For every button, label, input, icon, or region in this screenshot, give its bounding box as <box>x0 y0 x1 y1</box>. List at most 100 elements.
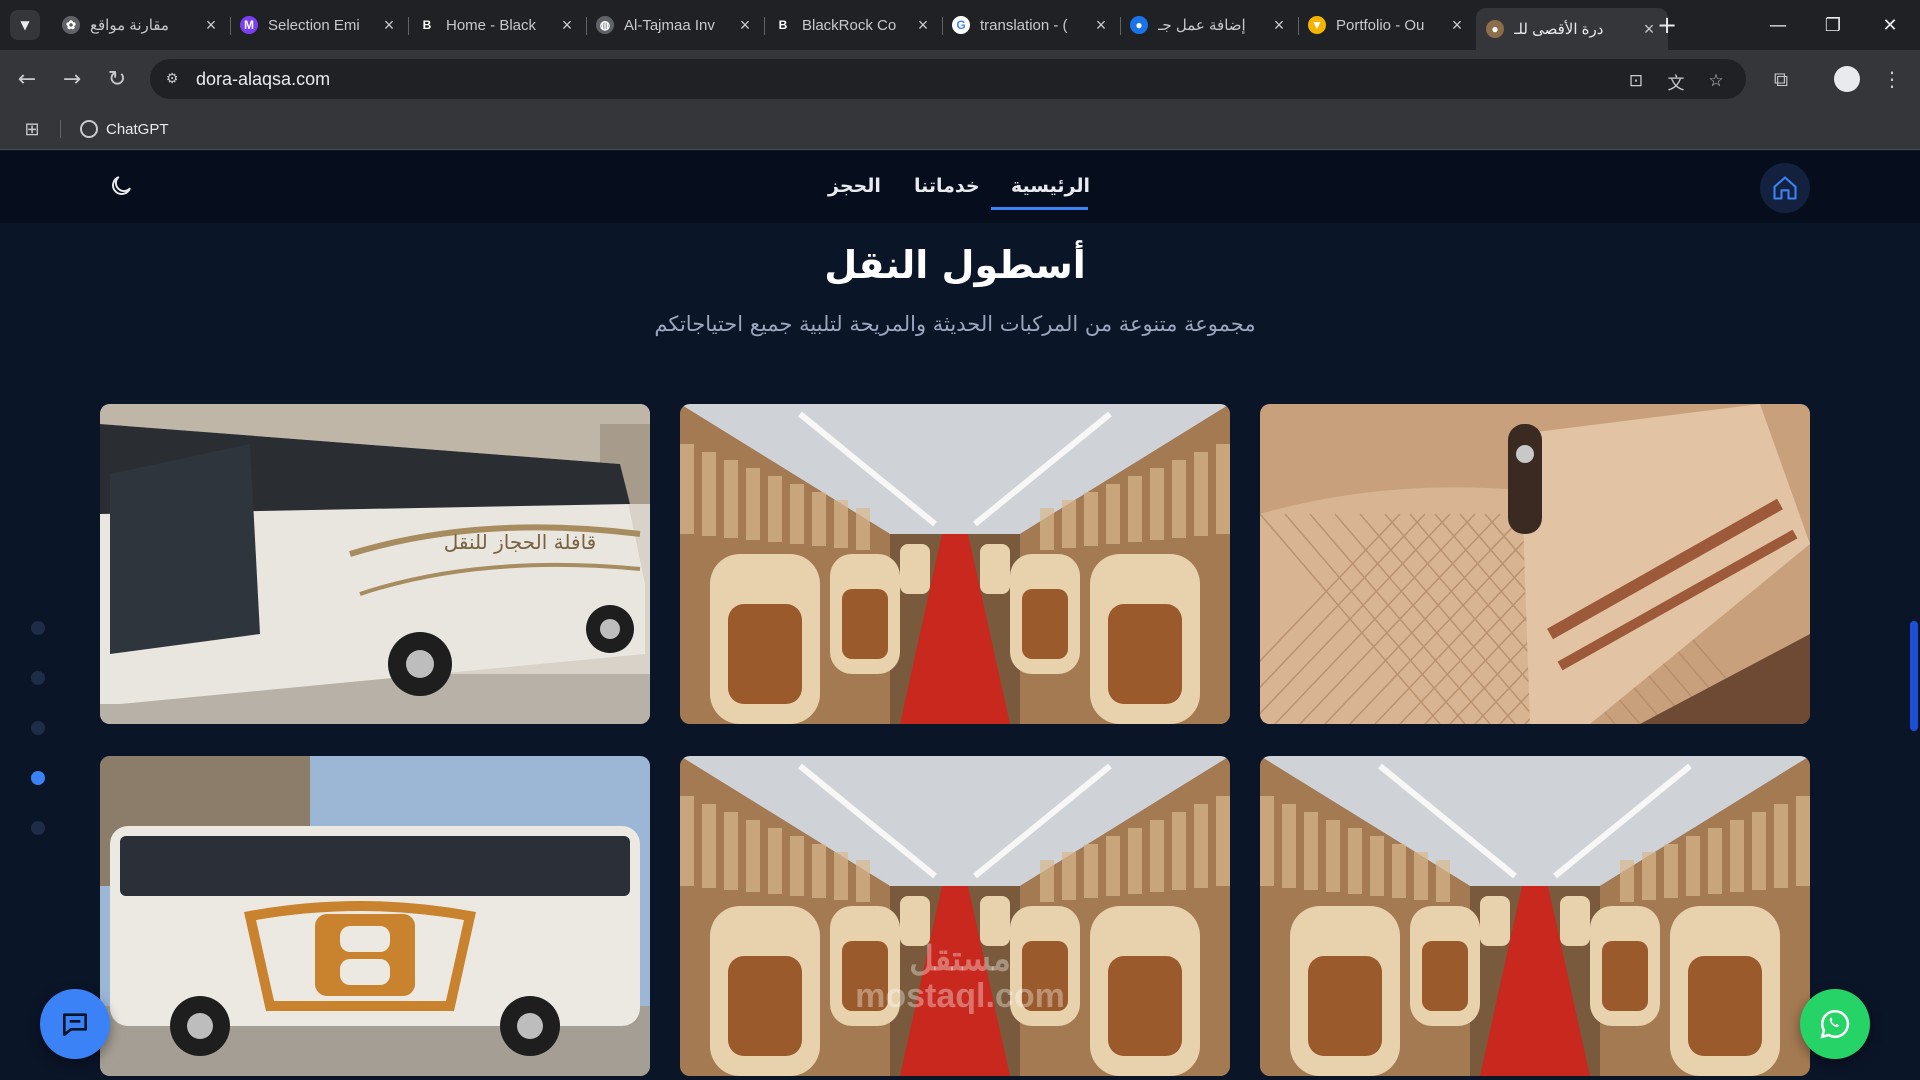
fleet-image-bus-exterior-2[interactable] <box>100 756 650 1076</box>
install-app-icon[interactable]: ⊡ <box>1624 69 1648 93</box>
carousel-dot-2[interactable] <box>31 721 45 735</box>
tab-close-icon[interactable]: × <box>558 15 576 36</box>
carousel-dot-1[interactable] <box>31 671 45 685</box>
tab-close-icon[interactable]: × <box>1092 15 1110 36</box>
watermark: مستقل mostaql.com <box>835 940 1085 1016</box>
nav-link-home[interactable]: الرئيسية <box>1011 175 1090 197</box>
bookmarks-divider <box>60 120 61 138</box>
web-page: الرئيسية خدماتنا الحجز أسطول النقل مجموع… <box>0 151 1920 1080</box>
tab-title: Portfolio - Ou <box>1336 16 1425 34</box>
site-navbar: الرئيسية خدماتنا الحجز <box>0 151 1920 223</box>
fleet-photo: قافلة الحجاز للنقل <box>100 404 650 724</box>
star-icon[interactable]: ☆ <box>1704 69 1728 93</box>
fleet-image-bus-exterior-1[interactable]: قافلة الحجاز للنقل <box>100 404 650 724</box>
apps-grid-icon[interactable]: ⊞ <box>22 119 42 140</box>
fleet-photo <box>1260 404 1810 724</box>
tab-close-icon[interactable]: × <box>1448 15 1466 36</box>
browser-tab-1[interactable]: M Selection Emi × <box>230 8 408 42</box>
tab-close-icon[interactable]: × <box>914 15 932 36</box>
tab-title: Al-Tajmaa Inv <box>624 16 715 34</box>
browser-tab-4[interactable]: B BlackRock Co × <box>764 8 942 42</box>
minimize-icon: — <box>1769 14 1787 36</box>
section-subtitle: مجموعة متنوعة من المركبات الحديثة والمري… <box>654 312 1256 336</box>
fleet-image-interior-wide[interactable] <box>1260 756 1810 1076</box>
nav-active-indicator <box>991 207 1088 210</box>
forward-button[interactable]: → <box>57 64 87 94</box>
svg-text:قافلة الحجاز للنقل: قافلة الحجاز للنقل <box>444 530 597 554</box>
watermark-latin: mostaql.com <box>855 977 1065 1016</box>
carousel-dots <box>31 621 45 871</box>
nav-link-booking[interactable]: الحجز <box>828 175 881 197</box>
tab-title: Selection Emi <box>268 16 360 34</box>
browser-tab-8[interactable]: ● درة الأقصى للـ × <box>1476 8 1668 50</box>
fleet-photo <box>100 756 650 1076</box>
new-tab-button[interactable]: + <box>1652 10 1682 40</box>
reload-icon: ↻ <box>107 66 127 92</box>
browser-toolbar: ← → ↻ ⚙ dora-alaqsa.com ⊡ 文 ☆ ⧉ ⋮ <box>0 50 1920 108</box>
tab-close-icon[interactable]: × <box>202 15 220 36</box>
translate-icon[interactable]: 文 <box>1664 69 1688 94</box>
tab-favicon-icon: ● <box>1486 20 1504 38</box>
profile-avatar[interactable] <box>1834 66 1860 92</box>
bookmark-label: ChatGPT <box>106 120 169 138</box>
fleet-photo <box>680 756 1230 1076</box>
tab-search-button[interactable]: ▼ <box>10 10 40 40</box>
tab-title: إضافة عمل جـ <box>1158 17 1246 34</box>
arrow-right-icon: → <box>62 66 82 92</box>
tab-close-icon[interactable]: × <box>1270 15 1288 36</box>
tab-favicon-icon: G <box>952 16 970 34</box>
home-button[interactable] <box>1760 163 1810 213</box>
bookmark-chatgpt[interactable]: ChatGPT <box>80 118 169 140</box>
fleet-photo <box>680 404 1230 724</box>
browser-tab-0[interactable]: ✿ مقارنة مواقع × <box>52 8 230 42</box>
plus-icon: + <box>1656 11 1678 39</box>
chatgpt-icon <box>80 120 98 138</box>
nav-link-services[interactable]: خدماتنا <box>914 175 980 197</box>
url-text: dora-alaqsa.com <box>196 69 331 89</box>
site-info-icon[interactable]: ⚙ <box>162 69 182 89</box>
page-scrollbar-thumb[interactable] <box>1910 621 1918 731</box>
tab-close-icon[interactable]: × <box>380 15 398 36</box>
fleet-image-interior-seats[interactable] <box>680 756 1230 1076</box>
tab-favicon-icon: B <box>774 16 792 34</box>
tab-favicon-icon: B <box>418 16 436 34</box>
chat-button[interactable] <box>40 989 110 1059</box>
extensions-icon[interactable]: ⧉ <box>1766 64 1796 94</box>
restore-icon: ❐ <box>1824 14 1842 36</box>
close-icon: ✕ <box>1882 14 1898 36</box>
fleet-image-seat-closeup[interactable] <box>1260 404 1810 724</box>
restore-button[interactable]: ❐ <box>1813 10 1853 40</box>
fleet-image-interior-aisle[interactable] <box>680 404 1230 724</box>
carousel-dot-4[interactable] <box>31 821 45 835</box>
carousel-dot-3[interactable] <box>31 771 45 785</box>
tab-title: Home - Black <box>446 16 537 34</box>
reload-button[interactable]: ↻ <box>102 64 132 94</box>
close-window-button[interactable]: ✕ <box>1870 10 1910 40</box>
tab-title: درة الأقصى للـ <box>1514 21 1604 38</box>
chat-icon <box>62 1013 87 1036</box>
browser-tab-7[interactable]: ▼ Portfolio - Ou × <box>1298 8 1476 42</box>
tab-favicon-icon: ● <box>1130 16 1148 34</box>
tab-favicon-icon: M <box>240 16 258 34</box>
tab-favicon-icon: ▼ <box>1308 16 1326 34</box>
tab-title: translation - ( <box>980 16 1068 34</box>
arrow-left-icon: ← <box>17 66 37 92</box>
browser-tab-6[interactable]: ● إضافة عمل جـ × <box>1120 8 1298 42</box>
carousel-dot-0[interactable] <box>31 621 45 635</box>
whatsapp-icon <box>1820 1009 1850 1039</box>
minimize-button[interactable]: — <box>1758 10 1798 40</box>
back-button[interactable]: ← <box>12 64 42 94</box>
tab-favicon-icon: ✿ <box>62 16 80 34</box>
chevron-down-icon: ▼ <box>20 18 30 32</box>
browser-tab-3[interactable]: ◍ Al-Tajmaa Inv × <box>586 8 764 42</box>
nav-links: الرئيسية خدماتنا الحجز <box>0 151 1920 223</box>
whatsapp-button[interactable] <box>1800 989 1870 1059</box>
browser-tab-5[interactable]: Gtranslation - ( × <box>942 8 1120 42</box>
tab-title: BlackRock Co <box>802 16 897 34</box>
browser-tab-2[interactable]: B Home - Black × <box>408 8 586 42</box>
address-bar[interactable]: ⚙ dora-alaqsa.com ⊡ 文 ☆ <box>150 59 1746 99</box>
home-icon <box>1773 176 1797 200</box>
browser-tab-bar: ▼ ✿ مقارنة مواقع × M Selection Emi × B Home - B… <box>0 0 1920 50</box>
tab-close-icon[interactable]: × <box>736 15 754 36</box>
menu-icon[interactable]: ⋮ <box>1877 64 1907 94</box>
